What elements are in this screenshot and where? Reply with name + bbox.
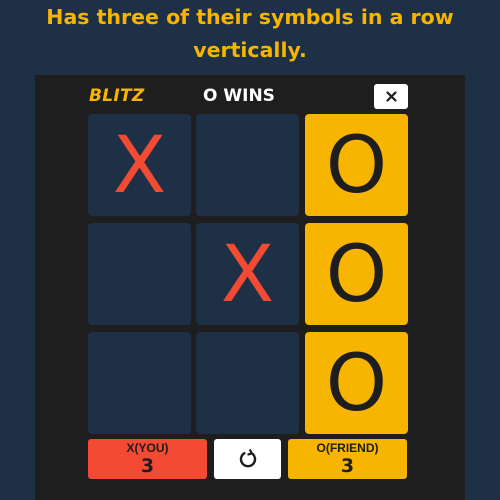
player-x-label: X(YOU) bbox=[126, 441, 169, 455]
board-cell-3[interactable]: O bbox=[305, 114, 408, 216]
board-cell-9[interactable]: O bbox=[305, 332, 408, 434]
restart-button[interactable] bbox=[214, 439, 281, 479]
board-cell-2[interactable] bbox=[196, 114, 299, 216]
board-cell-4[interactable] bbox=[88, 223, 191, 325]
score-card-o: O(FRIEND) 3 bbox=[288, 439, 407, 479]
game-mode-label: BLITZ bbox=[89, 86, 145, 106]
cell-mark: X bbox=[220, 230, 275, 320]
instruction-caption: Has three of their symbols in a row vert… bbox=[0, 0, 500, 67]
board-cell-8[interactable] bbox=[196, 332, 299, 434]
restart-icon bbox=[239, 449, 256, 468]
cell-mark: O bbox=[325, 121, 388, 211]
game-status: O WINS bbox=[203, 86, 275, 106]
board-cell-5[interactable]: X bbox=[196, 223, 299, 325]
board-cell-1[interactable]: X bbox=[88, 114, 191, 216]
caption-line-2: vertically. bbox=[193, 38, 307, 62]
caption-line-1: Has three of their symbols in a row bbox=[46, 5, 454, 29]
game-header: BLITZ O WINS bbox=[35, 75, 465, 113]
cell-mark: O bbox=[325, 230, 388, 320]
player-o-label: O(FRIEND) bbox=[316, 441, 379, 455]
cell-mark: O bbox=[325, 339, 388, 429]
close-button[interactable] bbox=[374, 84, 408, 109]
game-board: X O X O O bbox=[88, 114, 408, 438]
close-icon bbox=[385, 91, 397, 102]
score-card-x: X(YOU) 3 bbox=[88, 439, 207, 479]
cell-mark: X bbox=[112, 121, 167, 211]
board-cell-7[interactable] bbox=[88, 332, 191, 434]
player-x-score: 3 bbox=[140, 455, 155, 477]
board-cell-6[interactable]: O bbox=[305, 223, 408, 325]
game-panel: BLITZ O WINS X O X O O X(YOU) 3 O(FRIEND… bbox=[35, 75, 465, 500]
player-o-score: 3 bbox=[340, 455, 355, 477]
